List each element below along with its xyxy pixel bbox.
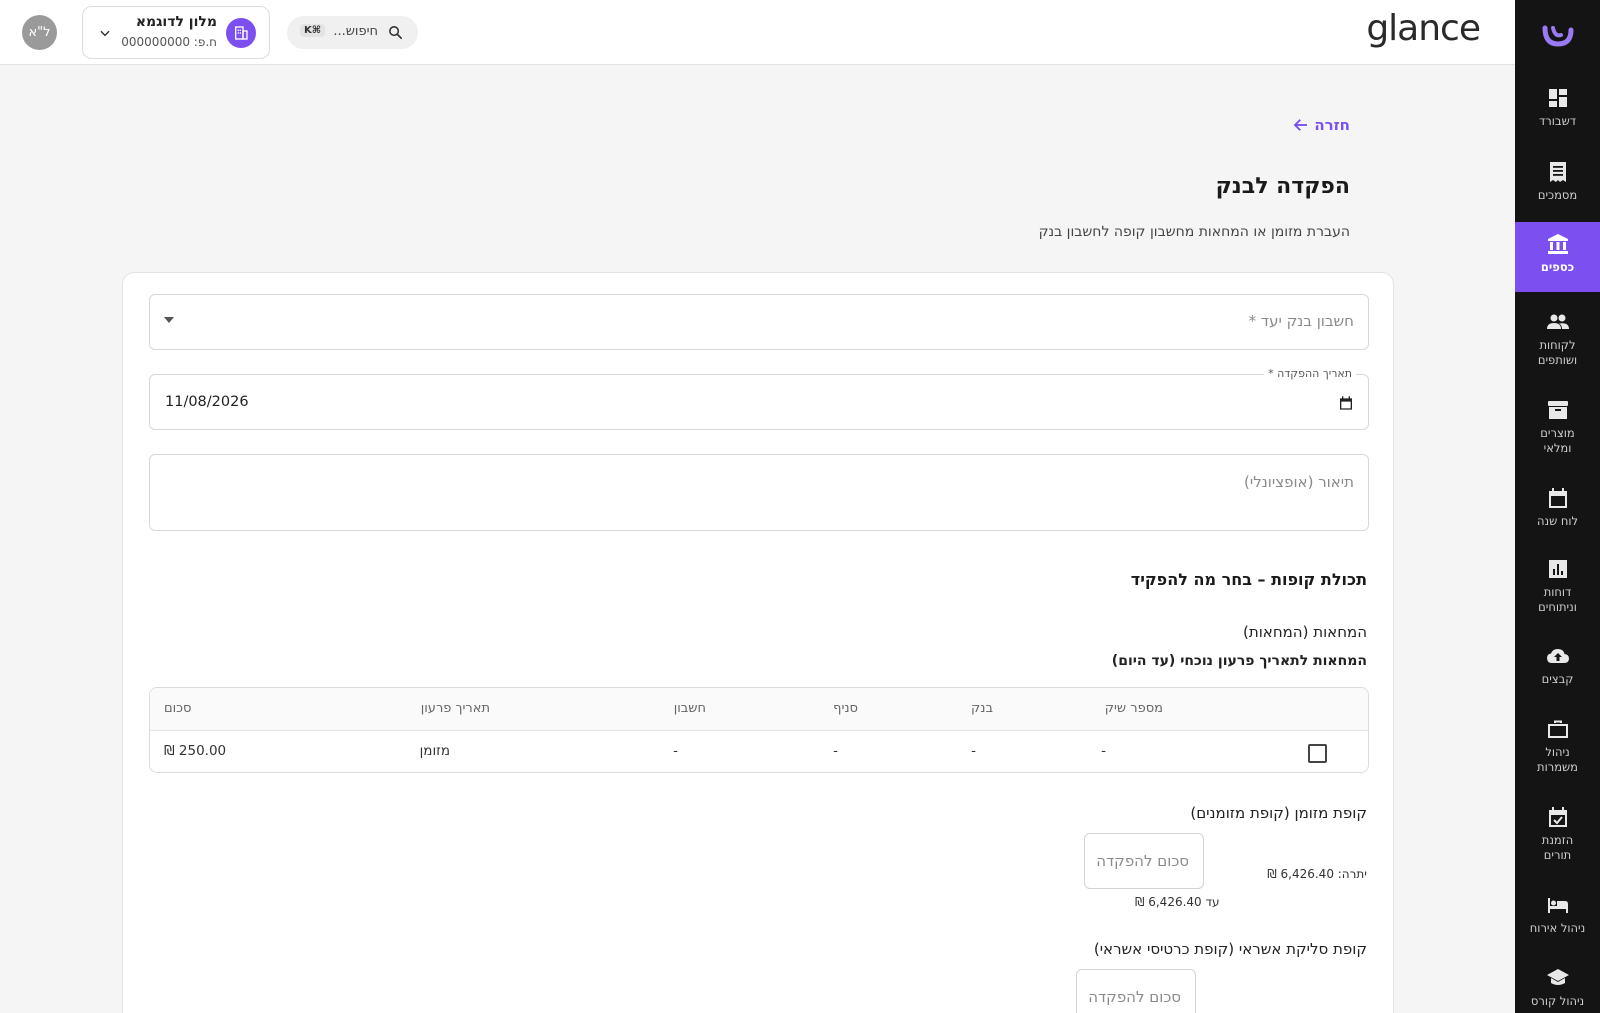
sidebar-item-finance[interactable]: כספים	[1515, 222, 1600, 292]
cash-register-title: קופת מזומן (קופת מזומנים)	[1190, 804, 1367, 822]
sidebar-item-label: דוחות וניתוחים	[1538, 585, 1577, 614]
school-icon	[1546, 969, 1569, 985]
app-logo-icon[interactable]	[1541, 22, 1575, 50]
bank-account-select[interactable]: חשבון בנק יעד *	[149, 294, 1369, 350]
row-checkbox[interactable]	[1308, 744, 1327, 763]
deposit-form-card: חשבון בנק יעד * תאריך ההפקדה * 11/08/202…	[122, 272, 1394, 1013]
credit-register-title: קופת סליקת אשראי (קופת כרטיסי אשראי)	[1093, 940, 1367, 958]
arrow-back-icon	[1294, 119, 1308, 131]
sidebar-item-files[interactable]: קבצים	[1515, 644, 1600, 704]
deposit-date-field[interactable]: תאריך ההפקדה * 11/08/2026	[149, 367, 1369, 430]
search-placeholder: חיפוש...	[333, 24, 378, 39]
chart-icon	[1548, 560, 1567, 578]
sidebar-item-appointments[interactable]: הזמנת תורים	[1515, 805, 1600, 875]
col-due-date: תאריך פרעון	[420, 701, 490, 716]
checks-subheading: המחאות לתאריך פרעון נוכחי (עד היום)	[1111, 653, 1367, 669]
col-amount: סכום	[164, 701, 192, 716]
sidebar-item-dashboard[interactable]: דשבורד	[1515, 86, 1600, 146]
business-vat: ח.פ: 000000000	[121, 35, 217, 49]
cell-branch: -	[833, 743, 838, 759]
col-bank: בנק	[971, 701, 993, 716]
sidebar-item-hosting[interactable]: ניהול אירוח	[1515, 893, 1600, 953]
cash-amount-placeholder: סכום להפקדה	[1096, 852, 1189, 870]
cell-check-number: -	[1101, 743, 1106, 759]
sidebar-item-reports[interactable]: דוחות וניתוחים	[1515, 557, 1600, 627]
description-textarea[interactable]: תיאור (אופציונלי)	[149, 454, 1369, 531]
calendar-check-icon	[1548, 807, 1567, 827]
bank-account-placeholder: חשבון בנק יעד *	[1248, 312, 1354, 330]
sidebar-item-products[interactable]: מוצרים ומלאי	[1515, 398, 1600, 468]
cell-bank: -	[971, 743, 976, 759]
credit-deposit-amount-input[interactable]: סכום להפקדה	[1076, 969, 1196, 1013]
sidebar-item-label: מוצרים ומלאי	[1540, 426, 1575, 455]
col-check-number: מספר שיק	[1104, 701, 1163, 716]
deposit-date-value: 11/08/2026	[165, 394, 249, 410]
cash-max-hint: עד 6,426.40 ₪	[1135, 895, 1220, 909]
cell-due-date: מזומן	[419, 743, 450, 759]
brand-logo: glance	[1366, 8, 1481, 49]
bed-icon	[1547, 898, 1568, 913]
deposit-date-label: תאריך ההפקדה *	[1264, 367, 1356, 380]
back-label: חזרה	[1314, 116, 1350, 134]
sidebar-item-label: לוח שנה	[1536, 514, 1579, 528]
dropdown-arrow-icon	[164, 317, 174, 323]
calendar-picker-icon[interactable]	[1338, 395, 1354, 411]
col-account: חשבון	[673, 701, 706, 716]
search-icon	[389, 26, 403, 40]
bank-icon	[1547, 234, 1568, 254]
briefcase-icon	[1547, 720, 1568, 738]
top-bar: glance ⌘K חיפוש... מלון לדוגמא ח.פ: 0000…	[0, 0, 1515, 65]
sidebar-item-label: ניהול אירוח	[1529, 921, 1586, 935]
sidebar-item-label: הזמנת תורים	[1541, 833, 1574, 862]
checks-table: מספר שיק בנק סניף חשבון תאריך פרעון סכום…	[149, 687, 1369, 773]
sidebar-item-label: לקוחות ושותפים	[1537, 338, 1578, 367]
sidebar-item-label: מסמכים	[1537, 188, 1578, 202]
search-bar[interactable]: ⌘K חיפוש...	[287, 16, 418, 49]
sidebar-item-label: דשבורד	[1539, 114, 1576, 128]
sidebar-item-label: ניהול קורס	[1530, 994, 1585, 1008]
cash-balance: יתרה: 6,426.40 ₪	[1267, 867, 1367, 881]
dashboard-icon	[1548, 89, 1567, 107]
sidebar-item-documents[interactable]: מסמכים	[1515, 160, 1600, 220]
archive-icon	[1547, 401, 1568, 419]
cell-amount: 250.00 ₪	[164, 743, 227, 759]
sidebar-item-label: ניהול משמרות	[1537, 745, 1578, 774]
search-shortcut: ⌘K	[300, 24, 326, 37]
table-header: מספר שיק בנק סניף חשבון תאריך פרעון סכום	[150, 688, 1368, 731]
sidebar-item-label: כספים	[1540, 260, 1575, 274]
business-switcher[interactable]: מלון לדוגמא ח.פ: 000000000	[82, 6, 270, 59]
calendar-icon	[1548, 488, 1567, 508]
sidebar: דשבורד מסמכים כספים לקוחות ושותפים מוצרי…	[1515, 0, 1600, 1013]
sidebar-item-shifts[interactable]: ניהול משמרות	[1515, 717, 1600, 787]
chevron-down-icon	[100, 30, 110, 37]
business-name: מלון לדוגמא	[135, 14, 217, 30]
page-subtitle: העברת מזומן או המחאות מחשבון קופה לחשבון…	[1038, 224, 1350, 240]
description-placeholder: תיאור (אופציונלי)	[1244, 473, 1354, 491]
user-avatar[interactable]: ל"א	[22, 15, 57, 50]
cash-deposit-amount-input[interactable]: סכום להפקדה	[1084, 833, 1204, 889]
sidebar-item-customers[interactable]: לקוחות ושותפים	[1515, 310, 1600, 380]
sidebar-item-label: קבצים	[1541, 672, 1574, 686]
people-icon	[1546, 314, 1569, 329]
business-icon	[226, 18, 256, 48]
sidebar-item-calendar[interactable]: לוח שנה	[1515, 486, 1600, 546]
back-link[interactable]: חזרה	[1292, 116, 1350, 134]
checks-heading: המחאות (המחאות)	[1243, 623, 1367, 641]
register-contents-title: תכולת קופות – בחר מה להפקיד	[1130, 570, 1367, 589]
col-branch: סניף	[833, 701, 858, 716]
credit-amount-placeholder: סכום להפקדה	[1088, 988, 1181, 1006]
sidebar-item-courses[interactable]: ניהול קורס	[1515, 966, 1600, 1013]
page-title: הפקדה לבנק	[1215, 174, 1350, 199]
document-icon	[1549, 162, 1566, 182]
cell-account: -	[673, 743, 678, 759]
cloud-upload-icon	[1546, 649, 1569, 663]
